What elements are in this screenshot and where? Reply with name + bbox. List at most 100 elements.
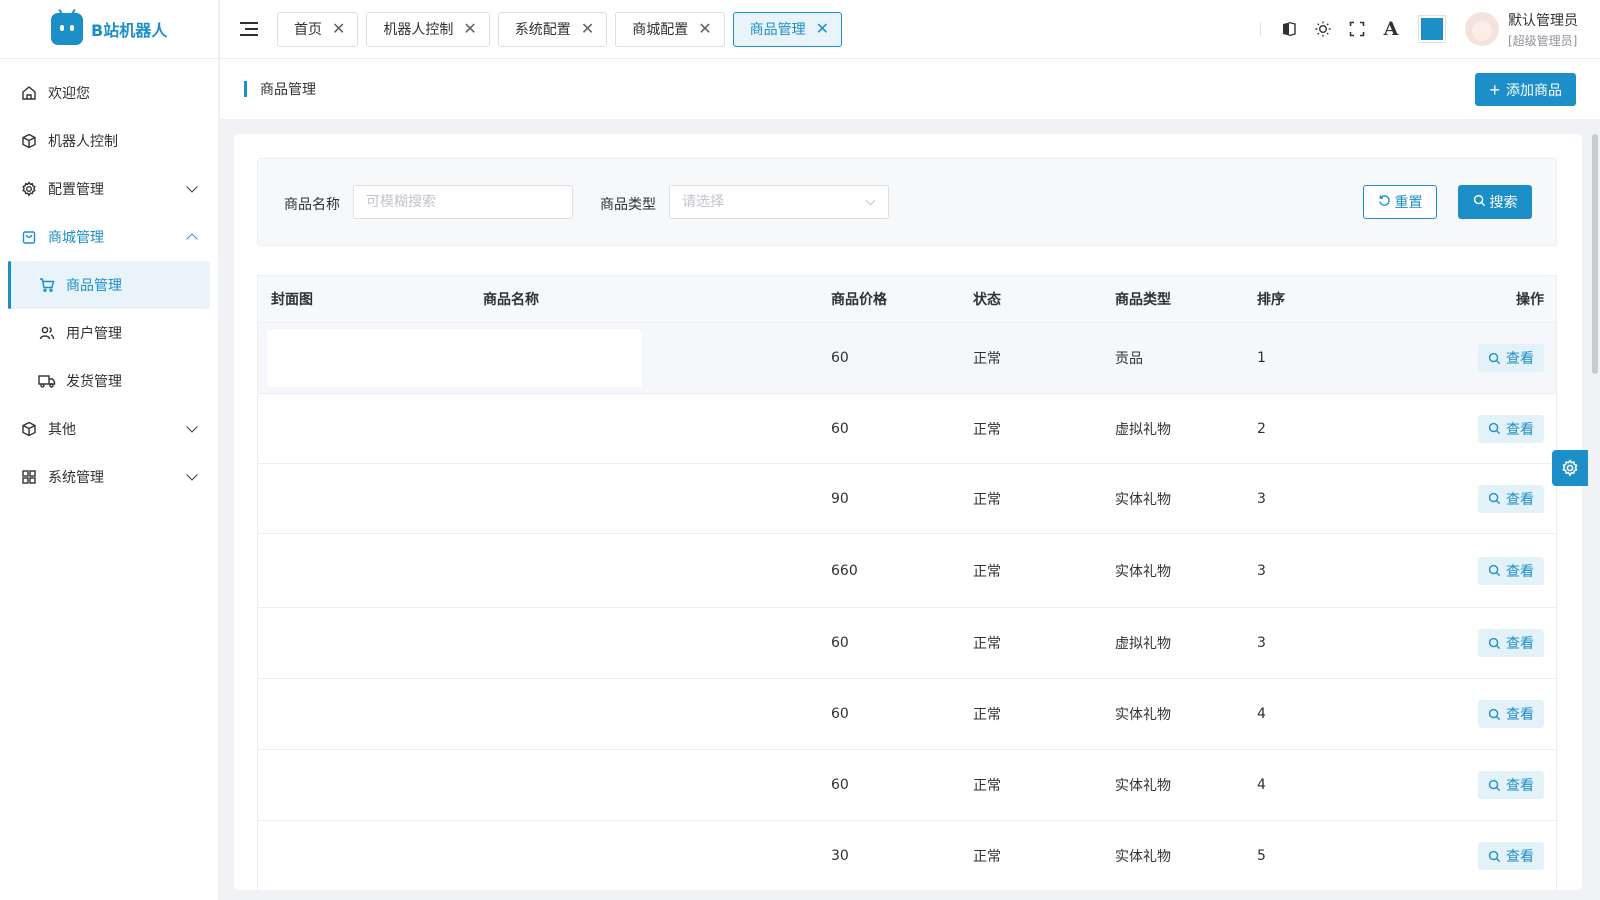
- type-cell: 虚拟礼物: [1115, 636, 1171, 652]
- column-header[interactable]: 商品价格: [831, 289, 887, 309]
- table-row[interactable]: 60 正常 实体礼物 4 查看: [258, 750, 1556, 821]
- page-scrollbar[interactable]: [1590, 134, 1600, 890]
- view-label: 查看: [1506, 351, 1534, 367]
- header-tools: A 默认管理员 [超级管理员]: [1260, 0, 1578, 58]
- close-icon[interactable]: ✕: [581, 21, 594, 37]
- search-label: 搜索: [1489, 195, 1518, 211]
- avatar[interactable]: [1465, 12, 1499, 46]
- sidebar-item-robot-control[interactable]: 机器人控制: [0, 117, 218, 165]
- product-type-select[interactable]: 请选择: [669, 185, 889, 219]
- column-header[interactable]: 操作: [1516, 289, 1544, 309]
- close-icon[interactable]: ✕: [816, 21, 829, 37]
- type-cell: 实体礼物: [1115, 563, 1171, 580]
- column-header[interactable]: 状态: [973, 289, 1001, 309]
- view-button[interactable]: 查看: [1478, 700, 1544, 728]
- user-info[interactable]: 默认管理员 [超级管理员]: [1508, 10, 1578, 49]
- grid-icon: [20, 468, 38, 486]
- theme-color-picker[interactable]: [1419, 16, 1445, 42]
- type-cell: 实体礼物: [1115, 491, 1171, 508]
- logo[interactable]: B站机器人: [0, 0, 218, 59]
- sidebar-item-system[interactable]: 系统管理: [0, 453, 218, 501]
- sidebar-item-label: 商城管理: [48, 230, 104, 246]
- table-row[interactable]: 60 正常 虚拟礼物 2 查看: [258, 394, 1556, 464]
- theme-sun-icon[interactable]: [1313, 19, 1333, 39]
- type-cell: 实体礼物: [1115, 849, 1171, 865]
- view-label: 查看: [1506, 707, 1534, 723]
- sidebar-menu: 欢迎您 机器人控制 配置管理 商城管理 商品管理 用户管理 发货管理 其他 系统…: [0, 59, 218, 501]
- status-cell: 正常: [973, 421, 1001, 438]
- reset-button[interactable]: 重置: [1363, 185, 1437, 219]
- table-row[interactable]: 660 正常 实体礼物 3 查看: [258, 534, 1556, 608]
- top-header: 首页 ✕ 机器人控制 ✕ 系统配置 ✕ 商城配置 ✕ 商品管理 ✕ A 默认管理员 [超级…: [220, 0, 1600, 59]
- column-header[interactable]: 排序: [1257, 289, 1285, 309]
- guide-book-icon[interactable]: [1279, 19, 1299, 39]
- product-type-placeholder: 请选择: [682, 194, 724, 210]
- sidebar-item-welcome[interactable]: 欢迎您: [0, 69, 218, 117]
- sort-cell: 3: [1257, 635, 1266, 651]
- view-button[interactable]: 查看: [1478, 556, 1544, 585]
- font-size-icon[interactable]: A: [1381, 18, 1401, 40]
- home-icon: [20, 84, 38, 102]
- price-cell: 660: [831, 562, 858, 579]
- collapse-menu-icon[interactable]: [240, 22, 258, 36]
- view-button[interactable]: 查看: [1478, 629, 1544, 657]
- tab-robot-control[interactable]: 机器人控制 ✕: [366, 11, 490, 47]
- add-product-label: 添加商品: [1506, 81, 1562, 98]
- tab-products[interactable]: 商品管理 ✕: [732, 11, 843, 47]
- sidebar-item-users[interactable]: 用户管理: [0, 309, 218, 357]
- table-row[interactable]: 90 正常 实体礼物 3 查看: [258, 464, 1556, 534]
- add-product-button[interactable]: + 添加商品: [1475, 73, 1576, 106]
- sidebar-item-other[interactable]: 其他: [0, 405, 218, 453]
- search-icon: [1473, 194, 1486, 211]
- scrollbar-thumb[interactable]: [1592, 134, 1598, 374]
- table-row[interactable]: 60 正常 虚拟礼物 3 查看: [258, 608, 1556, 679]
- chevron-down-icon: [186, 469, 198, 481]
- close-icon[interactable]: ✕: [463, 21, 476, 37]
- product-name-input[interactable]: 可模糊搜索: [353, 185, 573, 219]
- column-header[interactable]: 商品类型: [1115, 289, 1171, 309]
- view-label: 查看: [1506, 849, 1534, 865]
- search-button[interactable]: 搜索: [1458, 185, 1532, 219]
- column-header[interactable]: 封面图: [271, 289, 313, 309]
- status-cell: 正常: [973, 351, 1001, 367]
- status-cell: 正常: [973, 778, 1001, 794]
- table-row[interactable]: 60 正常 贡品 1 查看: [258, 323, 1556, 394]
- close-icon[interactable]: ✕: [698, 21, 711, 37]
- sidebar-item-shipping[interactable]: 发货管理: [0, 357, 218, 405]
- type-cell: 实体礼物: [1115, 707, 1171, 723]
- tab-system-config[interactable]: 系统配置 ✕: [497, 11, 608, 47]
- price-cell: 60: [831, 635, 849, 651]
- close-icon[interactable]: ✕: [332, 21, 345, 37]
- view-button[interactable]: 查看: [1478, 344, 1544, 372]
- search-icon: [1488, 779, 1501, 791]
- cover-image: [267, 330, 642, 387]
- view-button[interactable]: 查看: [1478, 771, 1544, 799]
- chevron-down-icon: [186, 181, 198, 193]
- status-cell: 正常: [973, 491, 1001, 508]
- sidebar-item-products[interactable]: 商品管理: [8, 261, 210, 309]
- sidebar-item-mall[interactable]: 商城管理: [0, 213, 218, 261]
- truck-icon: [38, 372, 56, 390]
- sidebar-item-label: 用户管理: [66, 326, 122, 342]
- table-row[interactable]: 60 正常 实体礼物 4 查看: [258, 679, 1556, 750]
- sort-cell: 4: [1257, 706, 1266, 722]
- view-button[interactable]: 查看: [1478, 414, 1544, 443]
- product-name-label: 商品名称: [284, 197, 340, 213]
- view-button[interactable]: 查看: [1478, 484, 1544, 513]
- tab-mall-config[interactable]: 商城配置 ✕: [615, 11, 725, 47]
- table-row[interactable]: 30 正常 实体礼物 5 查看: [258, 821, 1556, 890]
- sort-cell: 5: [1257, 848, 1266, 864]
- tab-home[interactable]: 首页 ✕: [277, 11, 359, 47]
- settings-float-button[interactable]: [1552, 450, 1588, 486]
- search-icon: [1488, 352, 1501, 364]
- type-cell: 实体礼物: [1115, 778, 1171, 794]
- sidebar-item-config[interactable]: 配置管理: [0, 165, 218, 213]
- bilibili-tv-icon: [51, 8, 83, 45]
- view-label: 查看: [1506, 491, 1534, 508]
- column-header[interactable]: 商品名称: [483, 289, 539, 309]
- gear-icon: [20, 180, 38, 198]
- view-button[interactable]: 查看: [1478, 842, 1544, 870]
- fullscreen-icon[interactable]: [1347, 19, 1367, 39]
- cart-icon: [38, 276, 56, 294]
- view-label: 查看: [1506, 563, 1534, 580]
